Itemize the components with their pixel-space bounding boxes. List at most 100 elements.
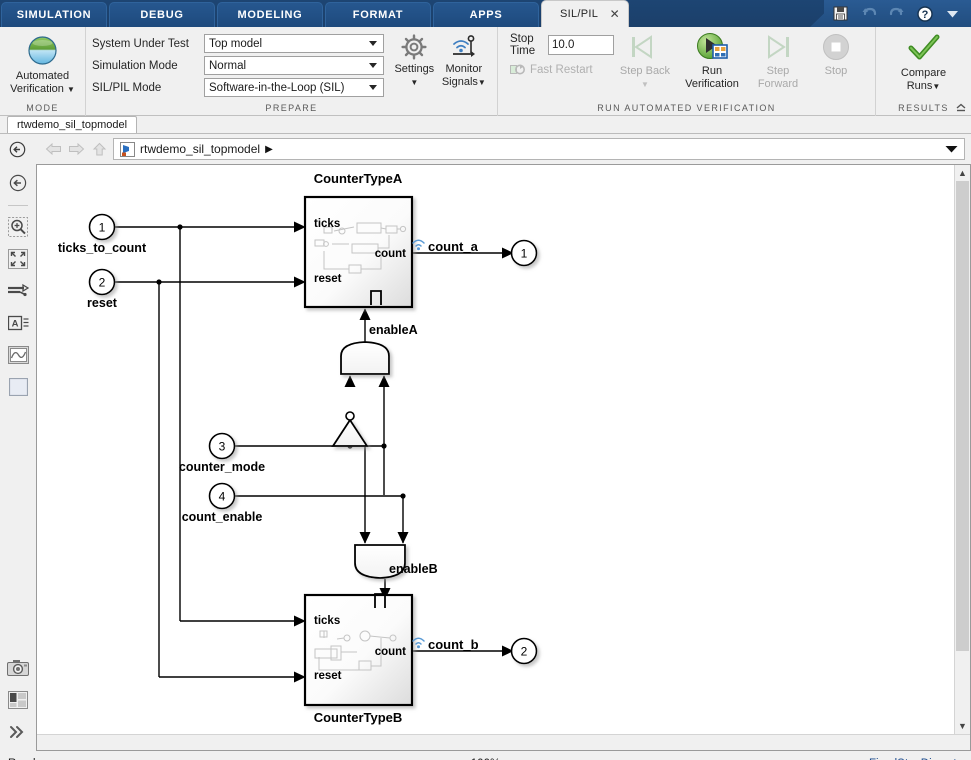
svg-text:?: ? bbox=[921, 9, 928, 21]
step-back-label: Step Back▼ bbox=[620, 65, 670, 91]
arrow-up-icon[interactable] bbox=[90, 140, 108, 158]
model-canvas[interactable]: CounterTypeA ticks reset count bbox=[37, 165, 970, 734]
svg-text:2: 2 bbox=[521, 645, 528, 659]
arrow-right-icon[interactable] bbox=[67, 140, 85, 158]
close-icon[interactable]: ✕ bbox=[610, 8, 620, 20]
inport-3: 3 counter_mode bbox=[179, 434, 265, 475]
undo-icon[interactable] bbox=[860, 5, 877, 22]
scope-icon[interactable] bbox=[5, 342, 31, 368]
step-back-icon bbox=[628, 32, 662, 62]
signal-logging-icon-b bbox=[413, 638, 424, 648]
svg-text:A: A bbox=[11, 319, 18, 330]
signal-routing-icon[interactable] bbox=[5, 278, 31, 304]
ribbon-group-mode: Automated Verification ▼ MODE bbox=[0, 27, 86, 116]
main-area: A bbox=[0, 164, 971, 751]
fast-restart-toggle[interactable]: Fast Restart bbox=[510, 63, 614, 76]
camera-icon[interactable] bbox=[5, 655, 31, 681]
block-title-b: CounterTypeB bbox=[314, 710, 403, 725]
canvas-vertical-scrollbar[interactable]: ▲ ▼ bbox=[954, 165, 970, 734]
redo-icon[interactable] bbox=[888, 5, 905, 22]
sil-pil-mode-select[interactable]: Software-in-the-Loop (SIL) bbox=[204, 78, 384, 97]
run-verification-button[interactable]: Run Verification bbox=[676, 29, 748, 90]
signal-label-count-a: count_a bbox=[428, 239, 479, 254]
scroll-down-icon[interactable]: ▼ bbox=[955, 718, 970, 734]
back-circle-icon[interactable] bbox=[8, 140, 26, 158]
signal-label-enable-b: enableB bbox=[389, 562, 438, 576]
monitor-signals-label: Monitor Signals▼ bbox=[442, 63, 486, 89]
tab-debug[interactable]: DEBUG bbox=[109, 2, 215, 27]
stop-time-input[interactable] bbox=[548, 35, 614, 55]
gate-not bbox=[333, 412, 367, 446]
simulation-mode-select[interactable]: Normal bbox=[204, 56, 384, 75]
tab-apps[interactable]: APPS bbox=[433, 2, 539, 27]
model-icon bbox=[120, 142, 135, 157]
expand-more-icon[interactable] bbox=[5, 719, 31, 745]
svg-text:4: 4 bbox=[219, 490, 226, 504]
subsystem-icon[interactable] bbox=[5, 374, 31, 400]
svg-text:count: count bbox=[375, 646, 406, 658]
tab-label: APPS bbox=[470, 9, 503, 21]
annotation-icon[interactable]: A bbox=[5, 310, 31, 336]
tab-label: FORMAT bbox=[353, 9, 403, 21]
svg-text:reset: reset bbox=[314, 670, 342, 682]
signal-logging-icon-a bbox=[413, 240, 424, 250]
simulation-mode-value: Normal bbox=[209, 60, 246, 72]
checkmark-icon bbox=[908, 34, 940, 64]
settings-label: Settings▼ bbox=[394, 63, 434, 89]
monitor-signals-button[interactable]: Monitor Signals▼ bbox=[437, 31, 491, 89]
tab-simulation[interactable]: SIMULATION bbox=[1, 2, 107, 27]
settings-button[interactable]: Settings▼ bbox=[392, 31, 437, 89]
step-back-button[interactable]: Step Back▼ bbox=[614, 29, 676, 91]
layout-icon[interactable] bbox=[5, 687, 31, 713]
signal-label-enable-a: enableA bbox=[369, 323, 418, 337]
help-icon[interactable]: ? bbox=[916, 5, 933, 22]
scrollbar-thumb[interactable] bbox=[956, 181, 969, 651]
svg-text:reset: reset bbox=[314, 273, 342, 285]
tab-format[interactable]: FORMAT bbox=[325, 2, 431, 27]
step-forward-button[interactable]: Step Forward bbox=[748, 29, 808, 90]
automated-verification-label: Automated Verification ▼ bbox=[10, 70, 75, 96]
zoom-in-icon[interactable] bbox=[5, 214, 31, 240]
prepare-fields: System Under Test Top model Simulation M… bbox=[92, 31, 384, 97]
stop-button[interactable]: Stop bbox=[808, 29, 864, 78]
tab-label: MODELING bbox=[238, 9, 303, 21]
tab-sil-pil[interactable]: SIL/PIL ✕ bbox=[541, 0, 629, 27]
block-title-a: CounterTypeA bbox=[314, 171, 403, 186]
ribbon-group-mode-label: MODE bbox=[0, 101, 85, 116]
block-diagram[interactable]: CounterTypeA ticks reset count bbox=[37, 165, 962, 734]
sil-pil-mode-label: SIL/PIL Mode bbox=[92, 82, 204, 94]
arrow-left-icon[interactable] bbox=[44, 140, 62, 158]
back-circle-icon[interactable] bbox=[5, 170, 31, 196]
ribbon-group-run-label: RUN AUTOMATED VERIFICATION bbox=[498, 101, 875, 116]
compare-runs-button[interactable]: Compare Runs▼ bbox=[885, 31, 963, 93]
chevron-down-icon bbox=[369, 41, 377, 46]
stop-time-row: Stop Time bbox=[510, 34, 614, 56]
stop-time-label: Stop Time bbox=[510, 33, 547, 57]
system-under-test-select[interactable]: Top model bbox=[204, 34, 384, 53]
automated-verification-button[interactable]: Automated Verification ▼ bbox=[6, 31, 79, 96]
sil-pil-mode-value: Software-in-the-Loop (SIL) bbox=[209, 82, 345, 94]
chevron-down-icon bbox=[369, 63, 377, 68]
block-counter-type-a: CounterTypeA ticks reset count bbox=[305, 171, 412, 307]
fit-to-view-icon[interactable] bbox=[5, 246, 31, 272]
scroll-up-icon[interactable]: ▲ bbox=[955, 165, 970, 181]
ribbon-group-run: Stop Time Fast Restart bbox=[498, 27, 876, 116]
model-tab[interactable]: rtwdemo_sil_topmodel bbox=[7, 116, 137, 133]
breadcrumb[interactable]: rtwdemo_sil_topmodel ▶ bbox=[113, 138, 965, 160]
field-system-under-test: System Under Test Top model bbox=[92, 34, 384, 53]
tab-modeling[interactable]: MODELING bbox=[217, 2, 323, 27]
chevron-down-icon[interactable] bbox=[945, 145, 958, 153]
save-icon[interactable] bbox=[832, 5, 849, 22]
collapse-ribbon-icon[interactable] bbox=[954, 100, 968, 114]
tool-palette: A bbox=[0, 164, 36, 751]
gate-and-a bbox=[341, 342, 389, 374]
qat-caret-icon[interactable] bbox=[944, 5, 961, 22]
breadcrumb-text: rtwdemo_sil_topmodel bbox=[140, 142, 260, 156]
canvas-horizontal-scrollbar[interactable] bbox=[37, 734, 970, 750]
quick-access-toolbar: ? bbox=[810, 0, 971, 27]
gear-icon bbox=[401, 34, 427, 60]
chevron-down-icon bbox=[369, 85, 377, 90]
tab-label: SIL/PIL bbox=[560, 8, 598, 20]
tab-label: SIMULATION bbox=[17, 9, 92, 21]
inport-1: 1 ticks_to_count bbox=[58, 215, 147, 256]
